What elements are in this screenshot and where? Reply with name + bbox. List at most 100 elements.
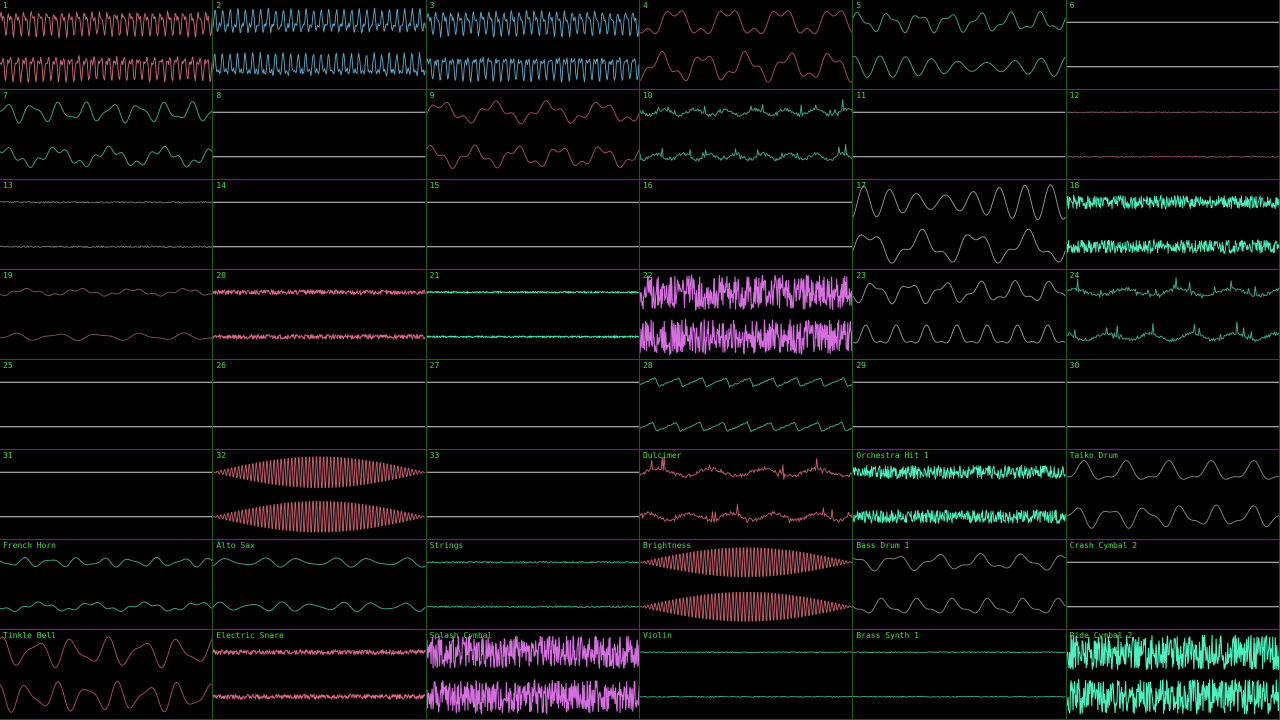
channel-label: 26 (216, 361, 226, 370)
scope-channel: 19 (0, 270, 214, 360)
scope-channel: 21 (426, 270, 640, 360)
waveform-plot (1066, 111, 1279, 158)
channel-label: Brightness (642, 541, 692, 550)
scope-channel: 28 (639, 360, 854, 450)
waveform-left-channel (853, 11, 1066, 34)
waveform-plot (639, 99, 853, 162)
scope-channel: Tinkle Bell (0, 630, 214, 720)
scope-channel: 3 (426, 0, 640, 90)
waveform-left-channel (853, 553, 1066, 572)
waveform-left-channel (639, 376, 853, 389)
waveform-plot (213, 648, 426, 701)
waveform-plot (0, 471, 213, 518)
channel-label: 14 (216, 181, 226, 190)
channel-label: Tinkle Bell (3, 631, 56, 640)
waveform-plot (426, 381, 639, 428)
scope-channel: 12 (1066, 90, 1280, 180)
scope-channel: Orchestra Hit 1 (853, 450, 1067, 540)
waveform-right-channel (213, 51, 426, 78)
channel-label: 18 (1069, 181, 1080, 190)
waveform-left-channel (0, 9, 213, 39)
channel-label: 8 (216, 91, 222, 100)
scope-channel: 26 (213, 360, 427, 450)
waveform-plot (213, 288, 426, 341)
scope-channel: 20 (213, 270, 427, 360)
waveform-left-channel (426, 100, 639, 125)
waveform-plot (213, 381, 426, 428)
waveform-left-channel (213, 557, 426, 568)
scope-channel: French Horn (0, 540, 214, 630)
waveform-left-channel (1066, 277, 1279, 299)
scope-channel: 13 (0, 180, 214, 270)
channel-label: 32 (216, 451, 226, 460)
channel-label: 20 (216, 271, 226, 280)
channel-label: 27 (429, 361, 440, 370)
channel-label: 11 (856, 91, 866, 100)
waveform-right-channel (213, 692, 426, 701)
waveform-left-channel (0, 101, 213, 124)
waveform-right-channel (426, 605, 639, 609)
waveform-plot (1066, 21, 1279, 68)
waveform-plot (1066, 277, 1279, 343)
channel-label: 19 (3, 271, 13, 280)
channel-label: 10 (642, 91, 653, 100)
waveform-left-channel (426, 9, 639, 38)
channel-label: 28 (642, 361, 653, 370)
waveform-plot (1066, 561, 1279, 608)
channel-label: 3 (429, 1, 435, 10)
waveform-right-channel (426, 144, 639, 169)
scope-channel: Violin (639, 630, 854, 720)
waveform-plot (213, 7, 426, 78)
waveform-left-channel (853, 464, 1066, 481)
waveform-plot (213, 111, 426, 158)
waveform-plot (0, 287, 213, 342)
channel-label: 15 (429, 181, 440, 190)
waveform-left-channel (213, 648, 426, 657)
scope-channel: 23 (853, 270, 1067, 360)
waveform-plot (426, 471, 639, 518)
waveform-left-channel (0, 636, 213, 669)
channel-label: French Horn (3, 541, 56, 550)
waveform-plot (639, 274, 853, 356)
scope-channel: 16 (639, 180, 854, 270)
waveform-plot (1066, 381, 1279, 428)
channel-label: 13 (3, 181, 13, 190)
waveform-right-channel (853, 597, 1066, 614)
waveform-plot (0, 101, 213, 168)
channel-label: Taiko Drum (1069, 451, 1118, 460)
waveform-right-channel (853, 324, 1066, 344)
waveform-plot (639, 547, 853, 622)
channel-label: 23 (856, 271, 866, 280)
waveform-plot (639, 456, 853, 524)
channel-label: 16 (642, 181, 653, 190)
channel-label: 24 (1069, 271, 1080, 280)
waveform-plot (213, 456, 426, 533)
waveform-plot (639, 201, 853, 248)
waveform-plot (213, 557, 426, 613)
waveform-plot (853, 464, 1066, 524)
scope-channel: 6 (1066, 0, 1280, 90)
waveform-left-channel (639, 99, 853, 118)
channel-label: 25 (3, 361, 13, 370)
scope-channel: 7 (0, 90, 214, 180)
waveform-plot (853, 553, 1066, 614)
waveform-right-channel (639, 319, 853, 356)
waveform-plot (853, 381, 1066, 428)
waveform-right-channel (853, 695, 1066, 698)
scope-channel: Brass Synth 1 (853, 630, 1067, 720)
channel-label: 33 (429, 451, 440, 460)
channel-label: 29 (856, 361, 866, 370)
waveform-left-channel (639, 651, 853, 654)
waveform-right-channel (1066, 155, 1279, 158)
channel-label: Crash Cymbal 2 (1069, 541, 1138, 550)
channel-label: 21 (429, 271, 440, 280)
waveform-plot (0, 200, 213, 249)
waveform-left-channel (1066, 194, 1279, 211)
waveform-plot (1066, 634, 1279, 715)
waveform-left-channel (639, 547, 853, 578)
scope-channel: Electric Snare (213, 630, 427, 720)
scope-channel: 9 (426, 90, 640, 180)
scope-channel: Bass Drum 1 (853, 540, 1067, 630)
waveform-plot (853, 184, 1066, 264)
waveform-plot (426, 290, 639, 339)
